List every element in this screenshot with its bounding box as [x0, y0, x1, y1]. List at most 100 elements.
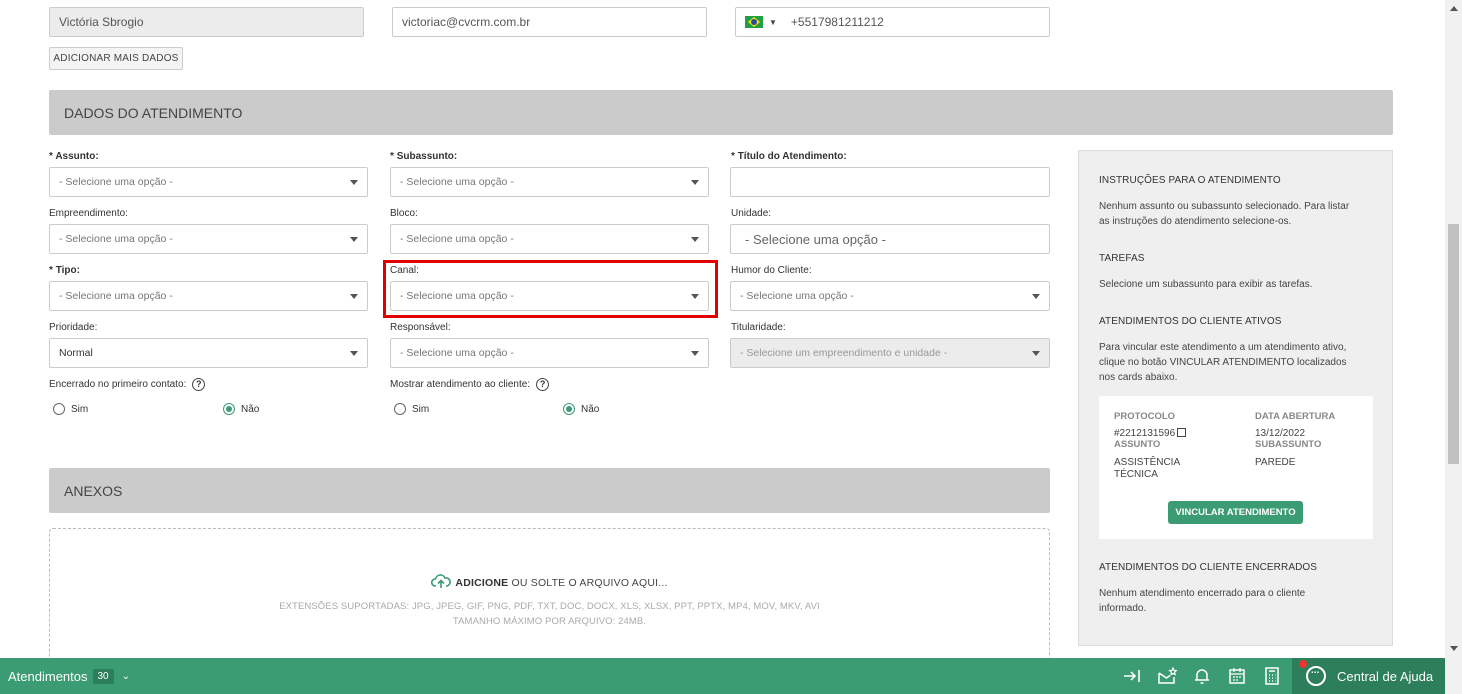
- notification-dot: [1299, 660, 1307, 668]
- radio-label: Não: [581, 403, 600, 415]
- help-center-label: Central de Ajuda: [1337, 668, 1434, 684]
- encerrado-nao-radio[interactable]: Não: [223, 403, 259, 415]
- contact-name-value: Victória Sbrogio: [59, 15, 144, 29]
- unidade-value: - Selecione uma opção -: [745, 231, 886, 247]
- chevron-down-icon: [1032, 351, 1040, 356]
- encerrado-label: Encerrado no primeiro contato:?: [49, 378, 206, 391]
- prioridade-label: Prioridade:: [49, 322, 98, 333]
- help-icon[interactable]: ?: [536, 378, 550, 391]
- mostrar-nao-radio[interactable]: Não: [563, 403, 599, 415]
- mostrar-sim-radio[interactable]: Sim: [394, 403, 429, 415]
- assunto-select[interactable]: - Selecione uma opção -: [49, 167, 368, 197]
- prioridade-value: Normal: [59, 347, 93, 359]
- ativos-title: ATENDIMENTOS DO CLIENTE ATIVOS: [1099, 316, 1282, 327]
- unidade-label: Unidade:: [731, 208, 772, 219]
- atendimento-card: PROTOCOLO #2212131596 DATA ABERTURA 13/1…: [1099, 396, 1373, 539]
- scrollbar-thumb[interactable]: [1448, 224, 1459, 464]
- titularidade-select: - Selecione um empreendimento e unidade …: [730, 338, 1050, 368]
- vincular-atendimento-label: VINCULAR ATENDIMENTO: [1175, 507, 1296, 518]
- prioridade-select[interactable]: Normal: [49, 338, 368, 368]
- subassunto-label: * Subassunto:: [390, 151, 458, 162]
- scroll-up-icon[interactable]: [1450, 6, 1458, 11]
- tipo-select[interactable]: - Selecione uma opção -: [49, 281, 368, 311]
- anexos-title: ANEXOS: [64, 482, 123, 499]
- canal-highlight-box: [383, 260, 718, 318]
- page: Victória Sbrogio victoriac@cvcrm.com.br …: [0, 0, 1445, 694]
- country-dropdown-caret-icon[interactable]: ▼: [769, 18, 777, 27]
- atendimentos-toggle[interactable]: Atendimentos 30 ⌄: [8, 658, 130, 694]
- file-dropzone[interactable]: ADICIONE OU SOLTE O ARQUIVO AQUI... EXTE…: [49, 528, 1050, 668]
- bell-icon[interactable]: [1192, 666, 1212, 686]
- assunto-label: * Assunto:: [49, 151, 99, 162]
- side-panel: INSTRUÇÕES PARA O ATENDIMENTO Nenhum ass…: [1078, 150, 1393, 646]
- radio-checked-icon: [563, 403, 575, 415]
- protocolo-label: PROTOCOLO: [1114, 411, 1176, 422]
- unidade-select[interactable]: - Selecione uma opção -: [730, 224, 1050, 254]
- add-more-data-label: ADICIONAR MAIS DADOS: [53, 53, 179, 64]
- sign-in-icon[interactable]: [1122, 666, 1142, 686]
- dropzone-rest-text: OU SOLTE O ARQUIVO AQUI...: [511, 577, 668, 589]
- bottom-bar: Atendimentos 30 ⌄ Central de Ajuda: [0, 658, 1445, 694]
- bloco-select[interactable]: - Selecione uma opção -: [390, 224, 709, 254]
- bloco-label: Bloco:: [390, 208, 418, 219]
- cloud-upload-icon: [431, 574, 452, 588]
- mostrar-label: Mostrar atendimento ao cliente:?: [390, 378, 550, 391]
- scroll-down-icon[interactable]: [1450, 646, 1458, 651]
- empreendimento-value: - Selecione uma opção -: [59, 233, 173, 245]
- abertura-label: DATA ABERTURA: [1255, 411, 1336, 422]
- radio-label: Sim: [71, 403, 89, 415]
- tipo-value: - Selecione uma opção -: [59, 290, 173, 302]
- contact-name-field[interactable]: Victória Sbrogio: [49, 7, 364, 37]
- instrucoes-title: INSTRUÇÕES PARA O ATENDIMENTO: [1099, 175, 1281, 186]
- assunto-card-label: ASSUNTO: [1114, 439, 1161, 450]
- contact-phone-field[interactable]: ▼ +5517981211212: [735, 7, 1050, 37]
- humor-select[interactable]: - Selecione uma opção -: [730, 281, 1050, 311]
- chevron-down-icon: [350, 351, 358, 356]
- radio-label: Não: [241, 403, 260, 415]
- dropzone-extensions: EXTENSÕES SUPORTADAS: JPG, JPEG, GIF, PN…: [279, 601, 820, 612]
- instrucoes-text: Nenhum assunto ou subassunto selecionado…: [1099, 201, 1350, 227]
- calendar-icon[interactable]: [1227, 666, 1247, 686]
- add-more-data-button[interactable]: ADICIONAR MAIS DADOS: [49, 47, 183, 70]
- dropzone-title[interactable]: ADICIONE OU SOLTE O ARQUIVO AQUI...: [50, 573, 1049, 589]
- dados-atendimento-title: DADOS DO ATENDIMENTO: [64, 104, 243, 121]
- humor-label: Humor do Cliente:: [731, 265, 812, 276]
- calculator-icon[interactable]: [1262, 666, 1282, 686]
- brazil-flag-icon[interactable]: [745, 16, 763, 28]
- subassunto-select[interactable]: - Selecione uma opção -: [390, 167, 709, 197]
- radio-icon: [394, 403, 406, 415]
- responsavel-select[interactable]: - Selecione uma opção -: [390, 338, 709, 368]
- responsavel-label: Responsável:: [390, 322, 451, 333]
- encerrado-sim-radio[interactable]: Sim: [53, 403, 88, 415]
- mail-star-icon[interactable]: [1157, 666, 1177, 686]
- responsavel-value: - Selecione uma opção -: [400, 347, 514, 359]
- contact-email-field[interactable]: victoriac@cvcrm.com.br: [392, 7, 707, 37]
- titularidade-value: - Selecione um empreendimento e unidade …: [740, 347, 948, 359]
- anexos-header: ANEXOS: [49, 468, 1050, 513]
- dropzone-add-link[interactable]: ADICIONE: [455, 577, 508, 589]
- help-center-button[interactable]: Central de Ajuda: [1292, 658, 1445, 694]
- contact-email-value: victoriac@cvcrm.com.br: [402, 15, 531, 29]
- external-link-icon[interactable]: [1177, 428, 1187, 437]
- encerrados-text: Nenhum atendimento encerrado para o clie…: [1099, 588, 1306, 614]
- help-icon[interactable]: ?: [192, 378, 206, 391]
- titulo-input[interactable]: [730, 167, 1050, 197]
- ativos-text: Para vincular este atendimento a um aten…: [1099, 342, 1347, 383]
- chevron-down-icon: [691, 180, 699, 185]
- dados-atendimento-header: DADOS DO ATENDIMENTO: [49, 90, 1393, 135]
- radio-checked-icon: [223, 403, 235, 415]
- radio-icon: [53, 403, 65, 415]
- vincular-atendimento-button[interactable]: VINCULAR ATENDIMENTO: [1168, 501, 1303, 524]
- assunto-value: - Selecione uma opção -: [59, 176, 173, 188]
- humor-value: - Selecione uma opção -: [740, 290, 854, 302]
- atendimentos-count-badge: 30: [92, 668, 114, 684]
- chevron-down-icon: [691, 237, 699, 242]
- empreendimento-select[interactable]: - Selecione uma opção -: [49, 224, 368, 254]
- empreendimento-label: Empreendimento:: [49, 208, 128, 219]
- chevron-down-icon: [691, 351, 699, 356]
- chevron-down-icon[interactable]: ⌄: [122, 671, 130, 682]
- subassunto-card-value: PAREDE: [1255, 457, 1296, 468]
- encerrados-title: ATENDIMENTOS DO CLIENTE ENCERRADOS: [1099, 562, 1318, 573]
- vertical-scrollbar[interactable]: [1445, 0, 1462, 694]
- radio-label: Sim: [412, 403, 430, 415]
